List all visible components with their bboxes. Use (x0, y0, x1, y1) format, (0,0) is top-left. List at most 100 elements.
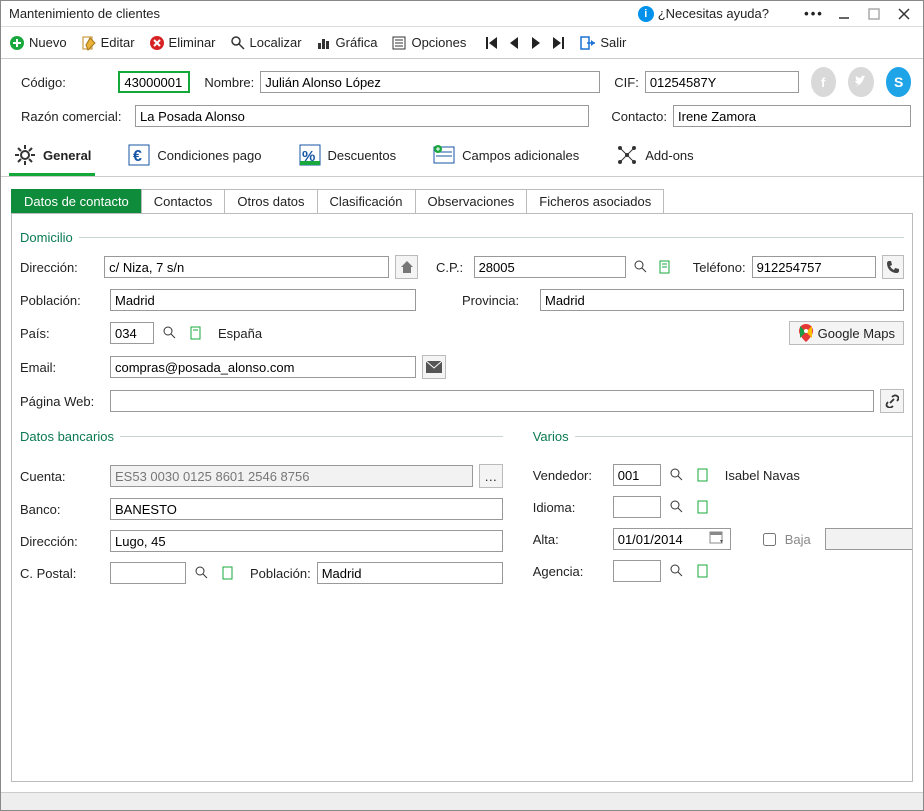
web-input[interactable] (110, 390, 874, 412)
subtab-otros[interactable]: Otros datos (224, 189, 317, 213)
cif-input[interactable] (645, 71, 799, 93)
gear-icon (13, 143, 37, 167)
banco-input[interactable] (110, 498, 503, 520)
vend-doc-icon[interactable] (693, 465, 713, 485)
tab-general[interactable]: General (9, 137, 95, 176)
baja-checkbox[interactable] (763, 533, 776, 546)
cp-search-icon[interactable] (632, 257, 651, 277)
salir-label: Salir (600, 35, 626, 50)
email-label: Email: (20, 360, 104, 375)
editar-button[interactable]: Editar (81, 35, 135, 51)
svg-text:f: f (821, 75, 826, 89)
b-direccion-input[interactable] (110, 530, 503, 552)
close-button[interactable] (889, 4, 919, 24)
b-cp-search-icon[interactable] (192, 563, 212, 583)
home-icon[interactable] (395, 255, 417, 279)
razon-input[interactable] (135, 105, 589, 127)
baja-date-input[interactable] (825, 528, 913, 550)
maximize-button[interactable] (859, 4, 889, 24)
help-link[interactable]: ¿Necesitas ayuda? (658, 6, 769, 21)
tab-desc-label: Descuentos (328, 148, 397, 163)
subtab-datos[interactable]: Datos de contacto (11, 189, 142, 213)
codigo-input[interactable] (118, 71, 190, 93)
tab-campos[interactable]: Campos adicionales (428, 137, 583, 176)
pais-input[interactable] (110, 322, 154, 344)
pais-search-icon[interactable] (160, 323, 180, 343)
direccion-input[interactable] (104, 256, 389, 278)
grafica-button[interactable]: Gráfica (316, 35, 378, 51)
options-icon (391, 35, 407, 51)
chart-icon (316, 35, 332, 51)
fields-icon (432, 143, 456, 167)
nav-last-icon[interactable] (550, 35, 566, 51)
calendar-icon[interactable] (709, 530, 727, 548)
agencia-search-icon[interactable] (667, 561, 687, 581)
bancarios-legend: Datos bancarios (20, 429, 503, 444)
subtab-fich[interactable]: Ficheros asociados (526, 189, 664, 213)
help-icon[interactable]: i (638, 6, 654, 22)
nombre-input[interactable] (260, 71, 600, 93)
subtab-obs[interactable]: Observaciones (415, 189, 528, 213)
poblacion-input[interactable] (110, 289, 416, 311)
telefono-input[interactable] (752, 256, 876, 278)
mail-icon[interactable] (422, 355, 446, 379)
idioma-doc-icon[interactable] (693, 497, 713, 517)
editar-label: Editar (101, 35, 135, 50)
b-cp-label: C. Postal: (20, 566, 104, 581)
b-cp-doc-icon[interactable] (218, 563, 238, 583)
svg-text:€: € (133, 148, 142, 165)
nuevo-button[interactable]: Nuevo (9, 35, 67, 51)
vend-search-icon[interactable] (667, 465, 687, 485)
idioma-input[interactable] (613, 496, 661, 518)
tab-campos-label: Campos adicionales (462, 148, 579, 163)
b-poblacion-input[interactable] (317, 562, 503, 584)
phone-icon[interactable] (882, 255, 904, 279)
cuenta-input[interactable] (110, 465, 473, 487)
idioma-label: Idioma: (533, 500, 607, 515)
link-icon[interactable] (880, 389, 904, 413)
vendedor-label: Vendedor: (533, 468, 607, 483)
localizar-button[interactable]: Localizar (230, 35, 302, 51)
cp-input[interactable] (474, 256, 626, 278)
twitter-icon[interactable] (848, 67, 873, 97)
nav-first-icon[interactable] (484, 35, 500, 51)
facebook-icon[interactable]: f (811, 67, 836, 97)
skype-icon[interactable]: S (886, 67, 911, 97)
tab-addons[interactable]: Add-ons (611, 137, 697, 176)
subtab-clasif[interactable]: Clasificación (317, 189, 416, 213)
contacto-input[interactable] (673, 105, 911, 127)
salir-button[interactable]: Salir (580, 35, 626, 51)
cp-label: C.P.: (436, 260, 468, 275)
banco-label: Banco: (20, 502, 104, 517)
gmaps-label: Google Maps (818, 326, 895, 341)
window-title: Mantenimiento de clientes (9, 6, 160, 21)
b-direccion-label: Dirección: (20, 534, 104, 549)
google-maps-button[interactable]: Google Maps (789, 321, 904, 345)
nav-next-icon[interactable] (528, 35, 544, 51)
baja-label: Baja (785, 532, 811, 547)
nuevo-label: Nuevo (29, 35, 67, 50)
agencia-doc-icon[interactable] (693, 561, 713, 581)
varios-legend: Varios (533, 429, 913, 444)
b-cp-input[interactable] (110, 562, 186, 584)
subtab-contactos[interactable]: Contactos (141, 189, 226, 213)
nombre-label: Nombre: (204, 75, 254, 90)
nav-prev-icon[interactable] (506, 35, 522, 51)
more-icon[interactable]: ••• (799, 6, 829, 21)
opciones-button[interactable]: Opciones (391, 35, 466, 51)
idioma-search-icon[interactable] (667, 497, 687, 517)
tab-condiciones[interactable]: € Condiciones pago (123, 137, 265, 176)
agencia-input[interactable] (613, 560, 661, 582)
tab-descuentos[interactable]: % Descuentos (294, 137, 401, 176)
minimize-button[interactable] (829, 4, 859, 24)
email-input[interactable] (110, 356, 416, 378)
cif-label: CIF: (614, 75, 639, 90)
pais-doc-icon[interactable] (186, 323, 206, 343)
provincia-input[interactable] (540, 289, 904, 311)
exit-icon (580, 35, 596, 51)
eliminar-button[interactable]: Eliminar (149, 35, 216, 51)
cp-doc-icon[interactable] (656, 257, 675, 277)
web-label: Página Web: (20, 394, 104, 409)
cuenta-more-icon[interactable]: … (479, 464, 503, 488)
vendedor-input[interactable] (613, 464, 661, 486)
